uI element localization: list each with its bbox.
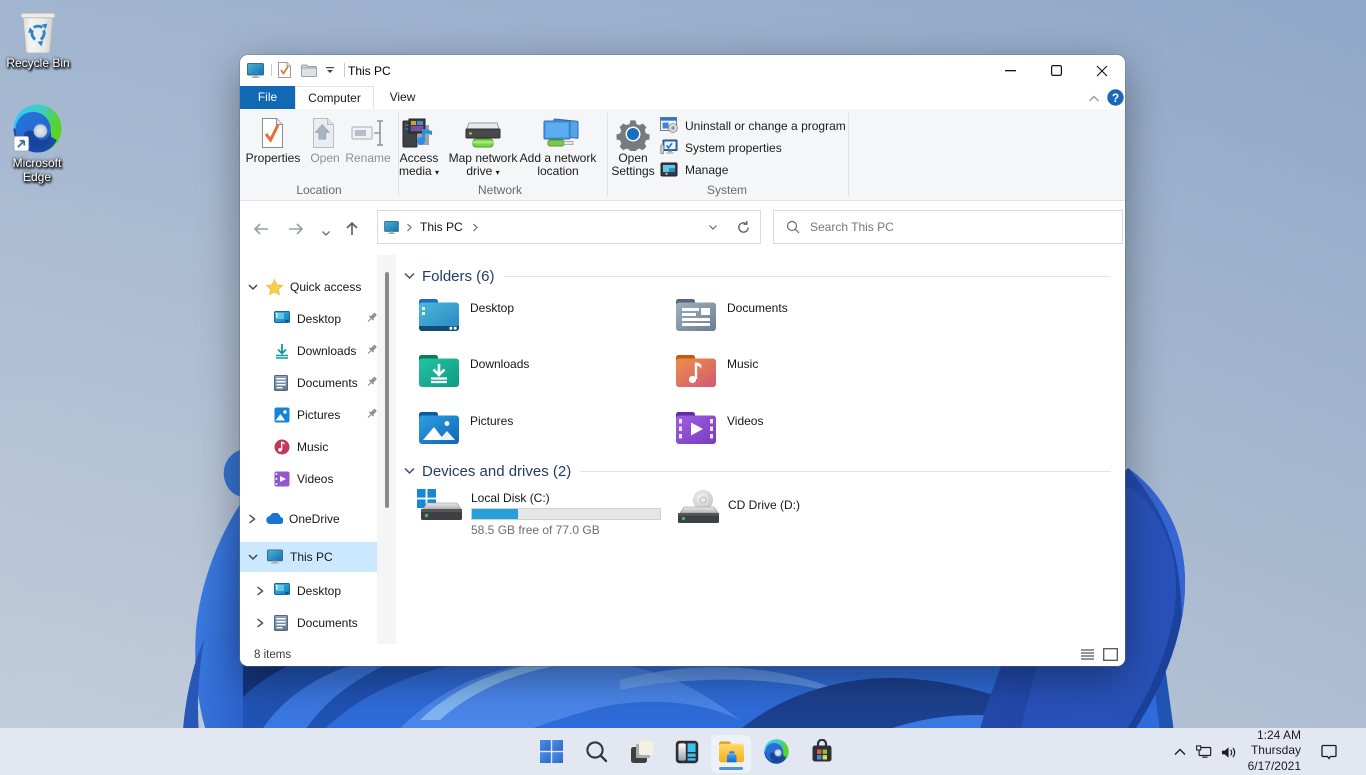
svg-text:?: ? [1112,91,1119,105]
